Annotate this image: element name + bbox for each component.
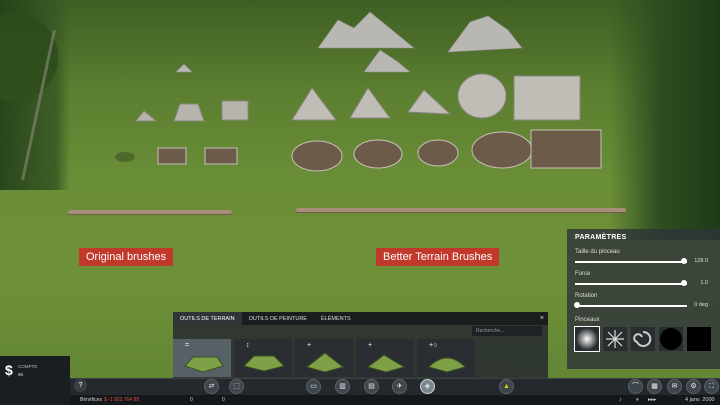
slider-brush-size[interactable]: Taille du pinceau 128.0 [575,249,712,271]
benefices-value: $ -1 923 764 98 [104,397,140,403]
slider-knob[interactable] [574,302,581,308]
parameters-title: PARAMÈTRES [575,234,627,241]
tool-tiles: = ↕ + + +○ [173,339,475,377]
bottom-bar: $ COMPTE 86 ? ⇄ ⬚ ▭ ▥ ▤ ✈ ◈ ▲ ⌒ ▦ ✉ ⚙ ⛶ … [0,356,720,405]
fullscreen-icon[interactable]: ⛶ [704,379,719,394]
lower-terrain-icon [366,354,406,373]
tools-tabs: OUTILS DE TERRAIN OUTILS DE PEINTURE ÉLÉ… [173,312,548,325]
mountain-ridge [175,11,523,73]
better-hills [291,73,581,121]
slider-track[interactable] [575,305,687,307]
slider-track[interactable] [575,261,687,263]
slider-label: Taille du pinceau [575,249,620,255]
level-terrain-icon [184,356,224,373]
benefices-label: Bénéfices [80,397,102,403]
brushes-label: Pinceaux [575,317,600,323]
game-date: 4 janv. 2000 [685,397,715,403]
circle-brush-icon[interactable] [659,327,683,351]
bulldozer-icon[interactable]: ▲ [499,379,514,394]
music-icon[interactable]: ♪ [619,397,622,403]
industry-icon[interactable]: ▤ [364,379,379,394]
stat-b: 0 [222,397,225,403]
slider-label: Force [575,271,591,277]
parameters-panel: PARAMÈTRES Taille du pinceau 128.0 Force… [567,229,720,369]
tool-glyph: +○ [429,342,438,349]
slider-value: 1.0 [700,280,708,286]
tool-glyph: + [368,342,373,349]
tab-paint-tools[interactable]: OUTILS DE PEINTURE [242,312,314,325]
slider-value: 128.0 [694,258,708,264]
star-brush-icon[interactable] [603,327,627,351]
ridge-original [68,210,232,214]
zoning-icon[interactable]: ⬚ [229,379,244,394]
swirl-brush-icon[interactable] [631,327,655,351]
factory-icon[interactable]: ▥ [335,379,350,394]
square-brush-icon[interactable] [687,327,711,351]
original-pits [115,147,238,165]
terrain-tools-panel: OUTILS DE TERRAIN OUTILS DE PEINTURE ÉLÉ… [173,312,548,379]
better-craters [291,129,602,172]
shift-terrain-tool[interactable]: ↕ [234,339,292,377]
chart-icon[interactable]: ⌒ [628,379,643,394]
label-better-brushes: Better Terrain Brushes [376,248,500,266]
help-button[interactable]: ? [74,379,87,392]
plane-icon[interactable]: ✈ [392,379,407,394]
level-terrain-tool[interactable]: = [173,339,231,377]
terrain-icon[interactable]: ◈ [420,379,435,394]
message-icon[interactable]: ✉ [667,379,682,394]
graph-icon[interactable]: ▦ [647,379,662,394]
shuffle-icon[interactable]: ⇄ [204,379,219,394]
tool-glyph: + [307,342,312,349]
account-label: COMPTE [18,364,38,369]
stat-a: 0 [190,397,193,403]
soft-brush-icon[interactable] [574,326,600,352]
slider-label: Rotation [575,293,598,299]
lower-terrain-tool[interactable]: + [356,339,414,377]
soften-terrain-icon [428,357,466,373]
ridge-better [296,208,626,212]
slider-value: 0 deg [694,302,708,308]
tool-glyph: = [185,342,190,349]
search-input[interactable]: Recherche... [472,326,542,336]
account-value: 86 [18,372,24,377]
raise-terrain-icon [305,352,345,373]
speed-icon[interactable]: ▸▸▸ [648,397,656,403]
slider-knob[interactable] [680,258,687,264]
brush-picker [574,326,712,352]
slider-track[interactable] [575,283,687,285]
raise-terrain-tool[interactable]: + [295,339,353,377]
slider-force[interactable]: Force 1.0 [575,271,712,293]
tab-terrain-tools[interactable]: OUTILS DE TERRAIN [173,312,242,325]
dollar-icon: $ [5,362,13,378]
original-bumps [134,100,249,122]
slider-knob[interactable] [680,280,687,286]
label-original-brushes: Original brushes [79,248,174,266]
account-widget[interactable]: $ COMPTE 86 [0,356,70,405]
close-icon[interactable]: × [540,315,544,322]
pause-icon[interactable]: ⏸ [636,397,639,404]
settings-icon[interactable]: ⚙ [686,379,701,394]
shift-terrain-icon [243,355,285,372]
soften-terrain-tool[interactable]: +○ [417,339,475,377]
truck-icon[interactable]: ▭ [306,379,321,394]
slider-rotation[interactable]: Rotation 0 deg [574,293,712,315]
tool-glyph: ↕ [246,342,250,349]
tab-elements[interactable]: ÉLÉMENTS [314,312,358,325]
